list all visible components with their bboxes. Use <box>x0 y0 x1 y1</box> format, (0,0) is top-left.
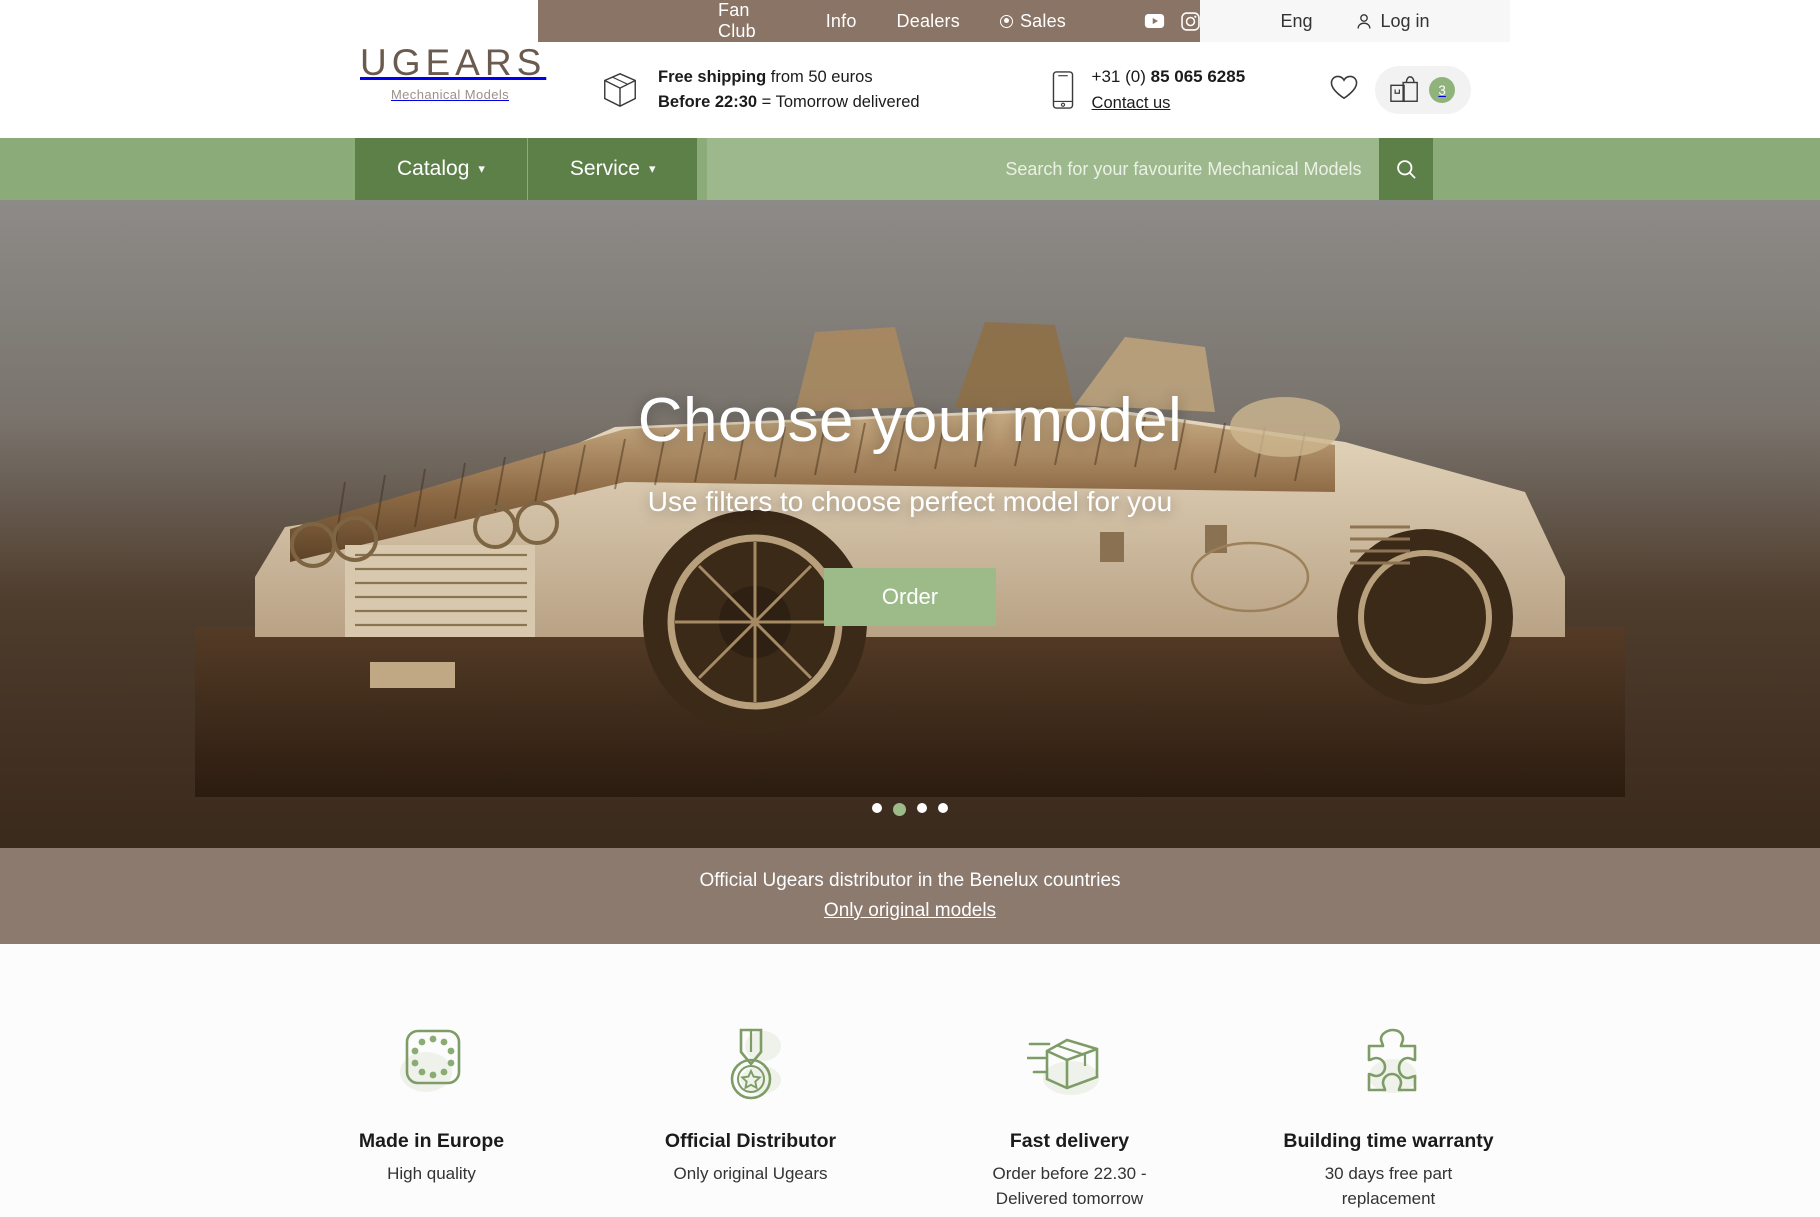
youtube-icon[interactable] <box>1144 13 1165 29</box>
medal-icon <box>639 1016 862 1108</box>
distributor-banner: Official Ugears distributor in the Benel… <box>0 848 1820 944</box>
topbar-right-spacer <box>1510 0 1820 42</box>
feature-desc: High quality <box>387 1164 476 1183</box>
puzzle-piece-icon <box>1277 1016 1500 1108</box>
shipping-info: Free shipping from 50 euros Before 22:30… <box>600 65 920 115</box>
shopping-bag-icon <box>1390 76 1419 102</box>
feature-desc: Only original Ugears <box>673 1164 828 1183</box>
feature-fast-delivery: Fast delivery Order before 22.30 - Deliv… <box>958 1016 1181 1211</box>
chevron-down-icon: ▾ <box>478 161 485 176</box>
login-button[interactable]: Log in <box>1356 10 1430 32</box>
eu-stars-icon <box>320 1016 543 1108</box>
shipping-line2-rest: = Tomorrow delivered <box>757 93 920 111</box>
topnav-item-sales[interactable]: Sales <box>999 10 1066 32</box>
topnav-label: Fan Club <box>718 0 756 41</box>
site-header: UGEARS Mechanical Models Free shipping f… <box>0 42 1820 138</box>
main-navigation-bar: Catalog ▾ Service ▾ <box>0 138 1820 200</box>
topbar-nav-region: Fan Club Info Dealers Sales <box>538 0 1200 42</box>
contact-us-link[interactable]: Contact us <box>1092 94 1171 112</box>
carousel-dot-2[interactable] <box>893 803 906 816</box>
phone-number: 85 065 6285 <box>1150 66 1246 86</box>
shipping-line1-rest: from 50 euros <box>766 68 873 87</box>
top-utility-bar: Fan Club Info Dealers Sales Eng Log in <box>0 0 1820 42</box>
phone-info: +31 (0) 85 065 6285 Contact us <box>1050 64 1246 117</box>
search-icon <box>1397 159 1416 179</box>
wishlist-button[interactable] <box>1329 74 1359 106</box>
feature-official-distributor: Official Distributor Only original Ugear… <box>639 1016 862 1211</box>
top-nav-links: Fan Club Info Dealers Sales <box>718 0 1066 42</box>
delivery-box-icon <box>958 1016 1181 1108</box>
nav-catalog-label: Catalog <box>397 157 470 180</box>
shipping-line1-bold: Free shipping <box>658 68 767 87</box>
cart-count-badge: 3 <box>1429 77 1456 103</box>
instagram-icon[interactable] <box>1181 11 1200 31</box>
phone-prefix: +31 (0) <box>1091 66 1151 86</box>
carousel-dot-1[interactable] <box>872 803 882 813</box>
topnav-item-dealers[interactable]: Dealers <box>897 11 960 32</box>
login-label: Log in <box>1380 10 1430 31</box>
feature-title: Fast delivery <box>1009 1130 1130 1152</box>
package-icon <box>604 73 636 107</box>
topbar-left-spacer <box>0 0 538 42</box>
topnav-label: Sales <box>1019 10 1066 31</box>
social-links <box>1144 11 1200 31</box>
hero-carousel: Choose your model Use filters to choose … <box>0 200 1820 848</box>
nav-service-dropdown[interactable]: Service ▾ <box>527 138 699 200</box>
logo-tagline: Mechanical Models <box>390 87 510 102</box>
language-selector[interactable]: Eng <box>1280 11 1312 32</box>
feature-desc: Order before 22.30 - Delivered tomorrow <box>992 1164 1147 1208</box>
topnav-item-info[interactable]: Info <box>826 11 857 32</box>
hero-content: Choose your model Use filters to choose … <box>0 200 1820 848</box>
feature-title: Official Distributor <box>664 1130 837 1152</box>
topnav-label: Dealers <box>896 10 960 31</box>
feature-made-in-europe: Made in Europe High quality <box>320 1016 543 1211</box>
carousel-dots <box>0 803 1820 816</box>
search-input[interactable] <box>707 138 1380 200</box>
feature-title: Made in Europe <box>358 1130 505 1152</box>
features-section: Made in Europe High quality Official Dis… <box>0 944 1820 1217</box>
carousel-dot-4[interactable] <box>938 803 948 813</box>
topnav-item-fan-club[interactable]: Fan Club <box>718 0 786 42</box>
nav-service-label: Service <box>569 157 640 180</box>
hero-subtitle: Use filters to choose perfect model for … <box>647 486 1173 517</box>
hero-title: Choose your model <box>637 386 1183 455</box>
search-submit-button[interactable] <box>1379 138 1434 200</box>
feature-desc: 30 days free part replacement <box>1324 1164 1453 1208</box>
shipping-line2-bold: Before 22:30 <box>658 93 758 111</box>
order-button[interactable]: Order <box>823 568 997 626</box>
carousel-dot-3[interactable] <box>917 803 927 813</box>
features-row-1: Made in Europe High quality Official Dis… <box>320 1016 1500 1211</box>
language-label: Eng <box>1280 10 1313 31</box>
chevron-down-icon: ▾ <box>648 161 656 176</box>
only-original-models-link[interactable]: Only original models <box>824 900 996 922</box>
heart-icon <box>1330 75 1358 100</box>
feature-building-time-warranty: Building time warranty 30 days free part… <box>1277 1016 1500 1211</box>
search-bar <box>707 138 1434 200</box>
feature-title: Building time warranty <box>1283 1130 1494 1152</box>
cart-button[interactable]: 3 <box>1375 66 1472 114</box>
phone-text: +31 (0) 85 065 6285 Contact us <box>1092 64 1246 117</box>
user-icon <box>1357 13 1372 29</box>
logo-wordmark: UGEARS <box>360 42 547 83</box>
header-actions: 3 <box>1329 66 1472 114</box>
logo[interactable]: UGEARS Mechanical Models <box>360 42 547 102</box>
topbar-account-region: Eng Log in <box>1200 0 1510 42</box>
nav-catalog-dropdown[interactable]: Catalog ▾ <box>355 138 528 200</box>
mobile-phone-icon <box>1052 71 1073 109</box>
topnav-label: Info <box>825 10 857 31</box>
banner-text: Official Ugears distributor in the Benel… <box>699 870 1121 891</box>
shipping-text: Free shipping from 50 euros Before 22:30… <box>658 65 920 115</box>
sale-dot-icon <box>999 14 1013 28</box>
